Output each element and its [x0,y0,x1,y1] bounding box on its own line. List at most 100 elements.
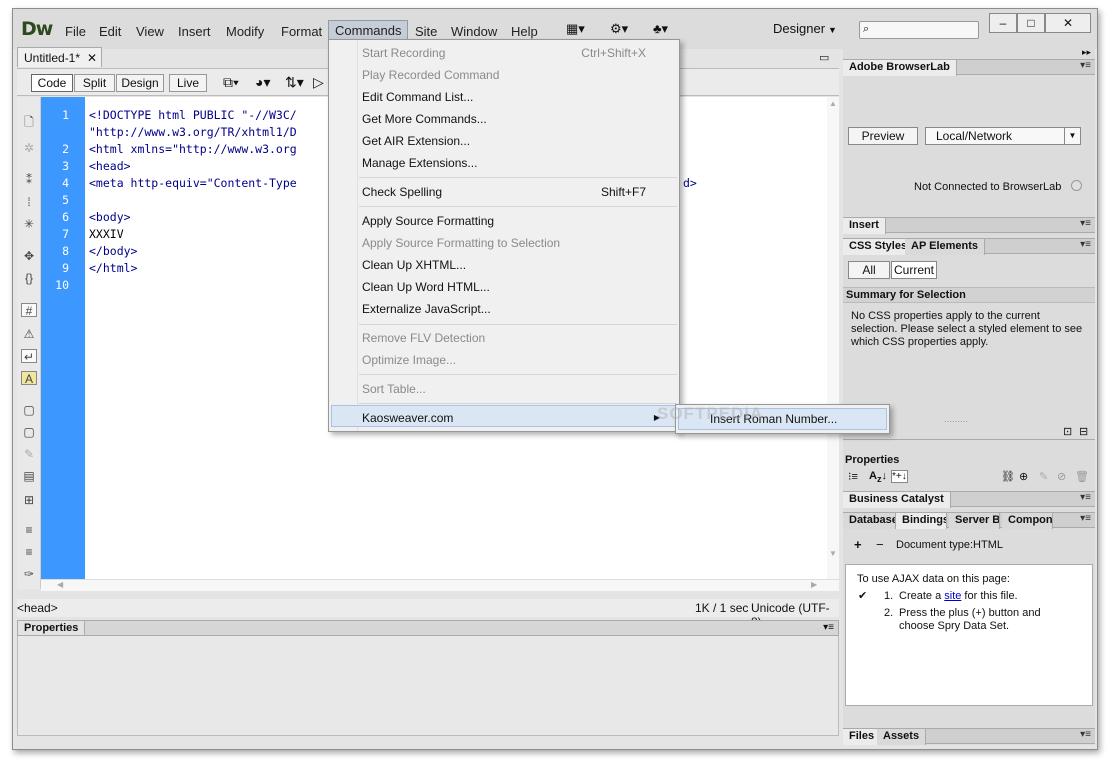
gear-icon[interactable]: ⚙▾ [610,21,628,37]
show-code-navigator-icon[interactable]: ✲ [21,141,37,155]
panel-menu-icon[interactable]: ▾≡ [1080,239,1091,250]
browserlab-tab[interactable]: Adobe BrowserLab [843,60,957,76]
collapse-full-tag-icon[interactable]: ⁑ [21,173,37,187]
code-view-button[interactable]: Code [31,74,73,92]
set-properties-only-icon[interactable]: *+↓ [891,470,908,483]
scroll-up-icon[interactable]: ▲ [829,99,837,108]
file-management-icon[interactable]: ⇅▾ [285,74,304,91]
menu-format[interactable]: Format [275,22,328,41]
live-view-button[interactable]: Live [169,74,207,92]
menu-item-check-spelling[interactable]: Check Spelling Shift+F7 [362,185,662,199]
ap-elements-tab[interactable]: AP Elements [905,239,986,255]
collapse-selection-icon[interactable]: ⁞ [21,195,37,209]
menu-item-kaosweaver[interactable]: Kaosweaver.com ▶ [362,411,662,425]
menu-item-sort-table[interactable]: Sort Table... [362,382,662,396]
menu-item-apply-source-formatting[interactable]: Apply Source Formatting [362,214,662,228]
word-wrap-icon[interactable]: ↵ [21,349,37,364]
browser-preview-icon[interactable]: ◕▾ [255,74,270,91]
syntax-coloring-icon[interactable]: A [21,371,37,386]
panel-menu-icon[interactable]: ▾≡ [1080,492,1091,503]
menu-item-remove-flv-detection[interactable]: Remove FLV Detection [362,331,662,345]
menu-item-clean-up-word-html[interactable]: Clean Up Word HTML... [362,280,662,294]
close-icon[interactable]: ✕ [87,51,97,65]
close-button[interactable]: ✕ [1045,13,1091,33]
menu-item-play-recorded-command[interactable]: Play Recorded Command [362,68,662,82]
menu-item-manage-extensions[interactable]: Manage Extensions... [362,156,662,170]
menu-item-apply-source-formatting-selection[interactable]: Apply Source Formatting to Selection [362,236,662,250]
edit-rule-icon[interactable]: ✎ [1039,470,1048,483]
panel-menu-icon[interactable]: ▾≡ [823,622,834,633]
menu-edit[interactable]: Edit [93,22,127,41]
preview-button[interactable]: Preview [848,127,918,145]
add-binding-icon[interactable]: + [854,537,862,552]
wrap-tag-icon[interactable]: ✎ [21,447,37,461]
tag-selector[interactable]: <head> [17,601,58,615]
menu-item-start-recording[interactable]: Start Recording Ctrl+Shift+X [362,46,662,60]
collapse-panels-icon[interactable]: ▸▸ [1082,47,1091,58]
menu-modify[interactable]: Modify [220,22,270,41]
horizontal-scrollbar[interactable]: ◀ ▶ [41,579,839,591]
site-map-icon[interactable]: ♣▾ [653,21,668,37]
show-list-icon[interactable]: ⊡ [1063,425,1072,438]
remove-comment-icon[interactable]: ▢ [21,425,37,439]
design-view-button[interactable]: Design [116,74,164,92]
components-tab[interactable]: Componen [1002,513,1053,529]
server-behaviors-tab[interactable]: Server Be [949,513,1000,529]
format-source-icon[interactable]: ✑ [21,567,37,581]
scroll-down-icon[interactable]: ▼ [829,549,837,558]
chevron-down-icon[interactable]: ▼ [828,25,837,35]
assets-tab[interactable]: Assets [877,729,927,745]
outdent-code-icon[interactable]: ≡ [21,545,37,559]
menu-item-get-air-extension[interactable]: Get AIR Extension... [362,134,662,148]
indent-code-icon[interactable]: ≡ [21,523,37,537]
select-parent-tag-icon[interactable]: ✥ [21,249,37,263]
site-link[interactable]: site [944,590,961,602]
vertical-scrollbar[interactable]: ▲ ▼ [827,97,839,589]
scroll-right-icon[interactable]: ▶ [811,580,817,589]
new-rule-icon[interactable]: ⊕ [1019,470,1028,483]
scroll-left-icon[interactable]: ◀ [57,580,63,589]
current-mode-button[interactable]: Current [891,261,937,279]
panel-menu-icon[interactable]: ▾≡ [1080,218,1091,229]
multiscreen-icon[interactable]: ⧉▾ [223,74,239,91]
restore-icon[interactable]: ▭ [819,51,829,64]
all-mode-button[interactable]: All [848,261,890,279]
menu-insert[interactable]: Insert [172,22,217,41]
menu-item-clean-up-xhtml[interactable]: Clean Up XHTML... [362,258,662,272]
attach-style-sheet-icon[interactable]: ⊟ [1079,425,1088,438]
balance-braces-icon[interactable]: {} [21,271,37,285]
files-tab[interactable]: Files [843,729,882,745]
debug-icon[interactable]: ▷ [313,74,324,91]
menu-item-get-more-commands[interactable]: Get More Commands... [362,112,662,126]
line-numbers-icon[interactable]: # [21,303,37,318]
search-input[interactable]: ⌕ [859,21,979,39]
highlight-invalid-code-icon[interactable]: ⚠ [21,327,37,341]
minimize-button[interactable]: – [989,13,1017,33]
split-view-button[interactable]: Split [74,74,115,92]
maximize-button[interactable]: □ [1017,13,1045,33]
business-catalyst-tab[interactable]: Business Catalyst [843,492,951,508]
css-styles-tab[interactable]: CSS Styles [843,239,915,255]
properties-tab[interactable]: Properties [18,621,86,635]
menu-item-externalize-javascript[interactable]: Externalize JavaScript... [362,302,662,316]
panel-menu-icon[interactable]: ▾≡ [1080,513,1091,524]
link-icon[interactable]: ⛓ [1001,470,1015,483]
resize-grip[interactable]: ········· [944,417,968,426]
panel-menu-icon[interactable]: ▾≡ [1080,60,1091,71]
menu-item-edit-command-list[interactable]: Edit Command List... [362,90,662,104]
expand-all-icon[interactable]: ✳ [21,217,37,231]
bindings-tab[interactable]: Bindings [896,513,947,529]
databases-tab[interactable]: Databases [843,513,896,529]
move-css-icon[interactable]: ⊞ [21,493,37,507]
remove-binding-icon[interactable]: − [876,537,884,552]
menu-file[interactable]: File [59,22,92,41]
disable-icon[interactable]: ⊘ [1057,470,1066,483]
network-select[interactable]: Local/Network ▼ [925,127,1081,145]
trash-icon[interactable]: 🗑 [1075,470,1089,483]
alphabetical-view-icon[interactable]: Az↓ [869,470,887,484]
menu-item-optimize-image[interactable]: Optimize Image... [362,353,662,367]
layout-icon[interactable]: ▦▾ [566,21,585,37]
panel-menu-icon[interactable]: ▾≡ [1080,729,1091,740]
menu-commands[interactable]: Commands [328,20,409,41]
document-tab[interactable]: Untitled-1* ✕ [17,47,102,67]
